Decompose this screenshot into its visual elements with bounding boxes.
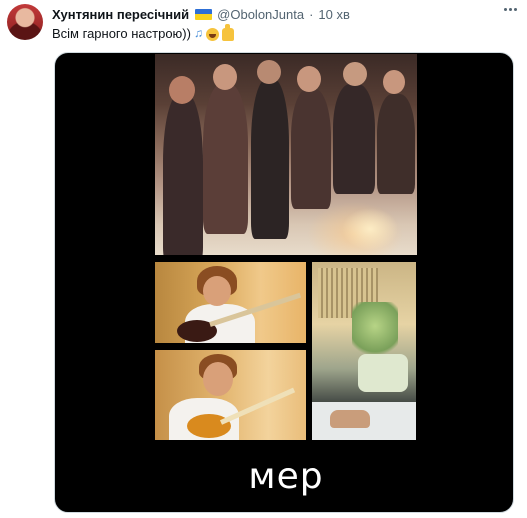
ukraine-flag-icon — [195, 8, 213, 20]
keyboard-frame — [312, 262, 416, 440]
musical-notes-icon: ♫ — [193, 26, 203, 40]
tweet-header: Хунтянин пересічний @ObolonJunta · 10 хв — [52, 5, 350, 23]
author-handle[interactable]: @ObolonJunta — [217, 7, 304, 22]
tweet-text-content: Всім гарного настрою)) — [52, 25, 191, 41]
grinning-face-icon — [205, 27, 219, 41]
tweet-text: Всім гарного настрою)) ♫ — [52, 23, 234, 42]
tweet[interactable]: Хунтянин пересічний @ObolonJunta · 10 хв… — [0, 0, 527, 518]
thumbs-up-icon — [221, 23, 234, 41]
video-caption: мер — [248, 455, 324, 497]
author-name[interactable]: Хунтянин пересічний — [52, 7, 189, 22]
video-media[interactable]: мер — [54, 52, 514, 513]
guitar-player-frame — [155, 350, 306, 440]
video-player[interactable]: мер — [155, 54, 417, 512]
separator-dot: · — [309, 6, 314, 22]
avatar[interactable] — [7, 4, 43, 40]
tweet-timestamp[interactable]: 10 хв — [318, 7, 349, 22]
bass-player-frame — [155, 262, 306, 343]
more-options-icon[interactable] — [504, 8, 517, 11]
crowd-fire-frame — [155, 54, 417, 255]
